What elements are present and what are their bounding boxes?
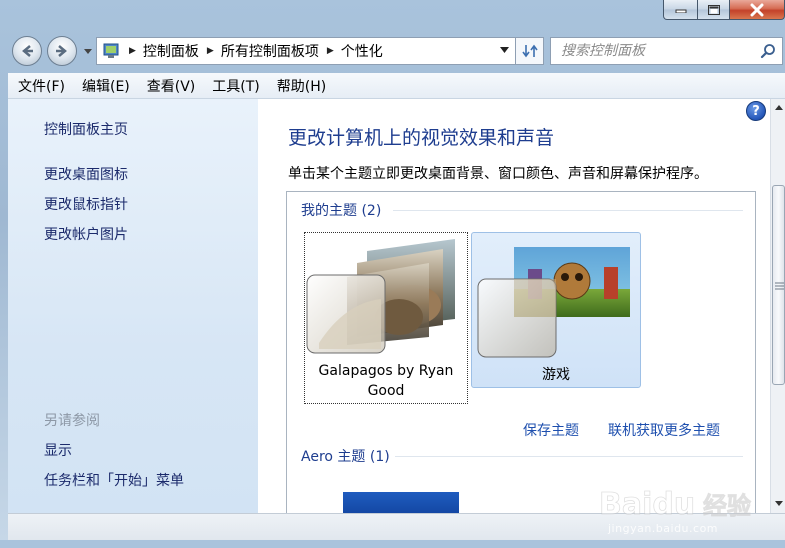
get-more-themes-online-link[interactable]: 联机获取更多主题: [608, 420, 720, 440]
main-content: ? 更改计算机上的视觉效果和声音 单击某个主题立即更改桌面背景、窗口颜色、声音和…: [258, 99, 770, 513]
theme-name-games: 游戏: [542, 367, 570, 383]
theme-name-galapagos-line2: Good: [367, 383, 405, 399]
menu-bar: 文件(F) 编辑(E) 查看(V) 工具(T) 帮助(H): [8, 73, 785, 99]
grip-icon: [775, 282, 784, 290]
search-box: [550, 37, 783, 65]
breadcrumb-separator-icon[interactable]: ▶: [327, 46, 334, 56]
menu-view[interactable]: 查看(V): [147, 76, 196, 96]
breadcrumb-personalization[interactable]: 个性化: [341, 41, 383, 61]
watermark-brand-cn: 经验: [703, 492, 751, 520]
search-input[interactable]: [561, 43, 761, 59]
refresh-icon: [521, 44, 538, 58]
maximize-icon: [707, 4, 720, 15]
change-mouse-pointers-link[interactable]: 更改鼠标指针: [44, 194, 128, 214]
group-divider: [393, 210, 743, 211]
close-icon: [750, 3, 764, 16]
see-also-heading: 另请参阅: [44, 413, 100, 429]
page-description: 单击某个主题立即更改桌面背景、窗口颜色、声音和屏幕保护程序。: [288, 166, 708, 182]
menu-file[interactable]: 文件(F): [18, 76, 65, 96]
scroll-up-button[interactable]: [771, 99, 785, 115]
scroll-up-icon: [774, 104, 783, 110]
control-panel-icon: [103, 43, 119, 58]
close-button[interactable]: [729, 0, 785, 20]
recent-pages-dropdown[interactable]: [82, 46, 94, 56]
aero-theme-preview[interactable]: [343, 492, 459, 513]
page-title: 更改计算机上的视觉效果和声音: [288, 127, 555, 149]
baidu-watermark-logo: Baidu 经验: [599, 487, 752, 523]
window-bottom-border: [0, 540, 785, 548]
aero-themes-heading: Aero 主题 (1): [301, 449, 390, 465]
scroll-thumb[interactable]: [772, 185, 785, 385]
watermark-brand: Baidu: [599, 487, 695, 522]
breadcrumb-control-panel[interactable]: 控制面板: [143, 41, 199, 61]
menu-tools[interactable]: 工具(T): [212, 76, 259, 96]
title-bar: [0, 0, 785, 30]
back-arrow-icon: [22, 45, 33, 57]
my-themes-heading: 我的主题 (2): [301, 203, 382, 219]
refresh-button[interactable]: [516, 37, 544, 65]
navigation-bar: ▶ 控制面板 ▶ 所有控制面板项 ▶ 个性化: [0, 30, 785, 72]
control-panel-home-link[interactable]: 控制面板主页: [44, 119, 128, 139]
scroll-down-icon: [774, 500, 783, 506]
theme-list: 我的主题 (2) Galapagos by Ryan Good 游戏 保存主题 …: [286, 191, 756, 513]
theme-tile-galapagos[interactable]: Galapagos by Ryan Good: [304, 232, 468, 404]
minimize-icon: [675, 9, 686, 13]
change-account-picture-link[interactable]: 更改帐户图片: [44, 224, 128, 244]
maximize-button[interactable]: [697, 0, 730, 20]
change-desktop-icons-link[interactable]: 更改桌面图标: [44, 164, 128, 184]
breadcrumb: ▶ 控制面板 ▶ 所有控制面板项 ▶ 个性化: [121, 41, 383, 61]
back-button[interactable]: [12, 36, 42, 66]
scroll-down-button[interactable]: [771, 495, 785, 511]
vertical-scrollbar[interactable]: [770, 99, 785, 513]
theme-tile-games[interactable]: 游戏: [471, 232, 641, 388]
group-divider: [395, 456, 743, 457]
window-frame: ▶ 控制面板 ▶ 所有控制面板项 ▶ 个性化 文件(F) 编辑(: [0, 0, 785, 548]
save-theme-link[interactable]: 保存主题: [523, 420, 579, 440]
address-dropdown-icon[interactable]: [500, 47, 509, 53]
menu-help[interactable]: 帮助(H): [277, 76, 326, 96]
left-task-pane: 控制面板主页 更改桌面图标 更改鼠标指针 更改帐户图片 另请参阅 显示 任务栏和…: [8, 99, 258, 513]
help-icon[interactable]: ?: [746, 101, 766, 121]
chevron-down-icon: [84, 48, 92, 54]
breadcrumb-separator-icon[interactable]: ▶: [129, 46, 136, 56]
minimize-button[interactable]: [663, 0, 698, 20]
theme-name-galapagos-line1: Galapagos by Ryan: [318, 363, 454, 379]
theme-preview-galapagos: [306, 239, 455, 354]
breadcrumb-all-items[interactable]: 所有控制面板项: [221, 41, 319, 61]
forward-arrow-icon: [56, 45, 67, 57]
display-link[interactable]: 显示: [44, 440, 72, 460]
address-bar[interactable]: ▶ 控制面板 ▶ 所有控制面板项 ▶ 个性化: [96, 37, 516, 65]
forward-button[interactable]: [47, 36, 77, 66]
watermark-url: jingyan.baidu.com: [608, 522, 719, 535]
menu-edit[interactable]: 编辑(E): [82, 76, 130, 96]
taskbar-start-menu-link[interactable]: 任务栏和「开始」菜单: [44, 470, 184, 490]
theme-preview-games: [477, 247, 630, 358]
breadcrumb-separator-icon[interactable]: ▶: [207, 46, 214, 56]
search-icon[interactable]: [760, 43, 776, 59]
